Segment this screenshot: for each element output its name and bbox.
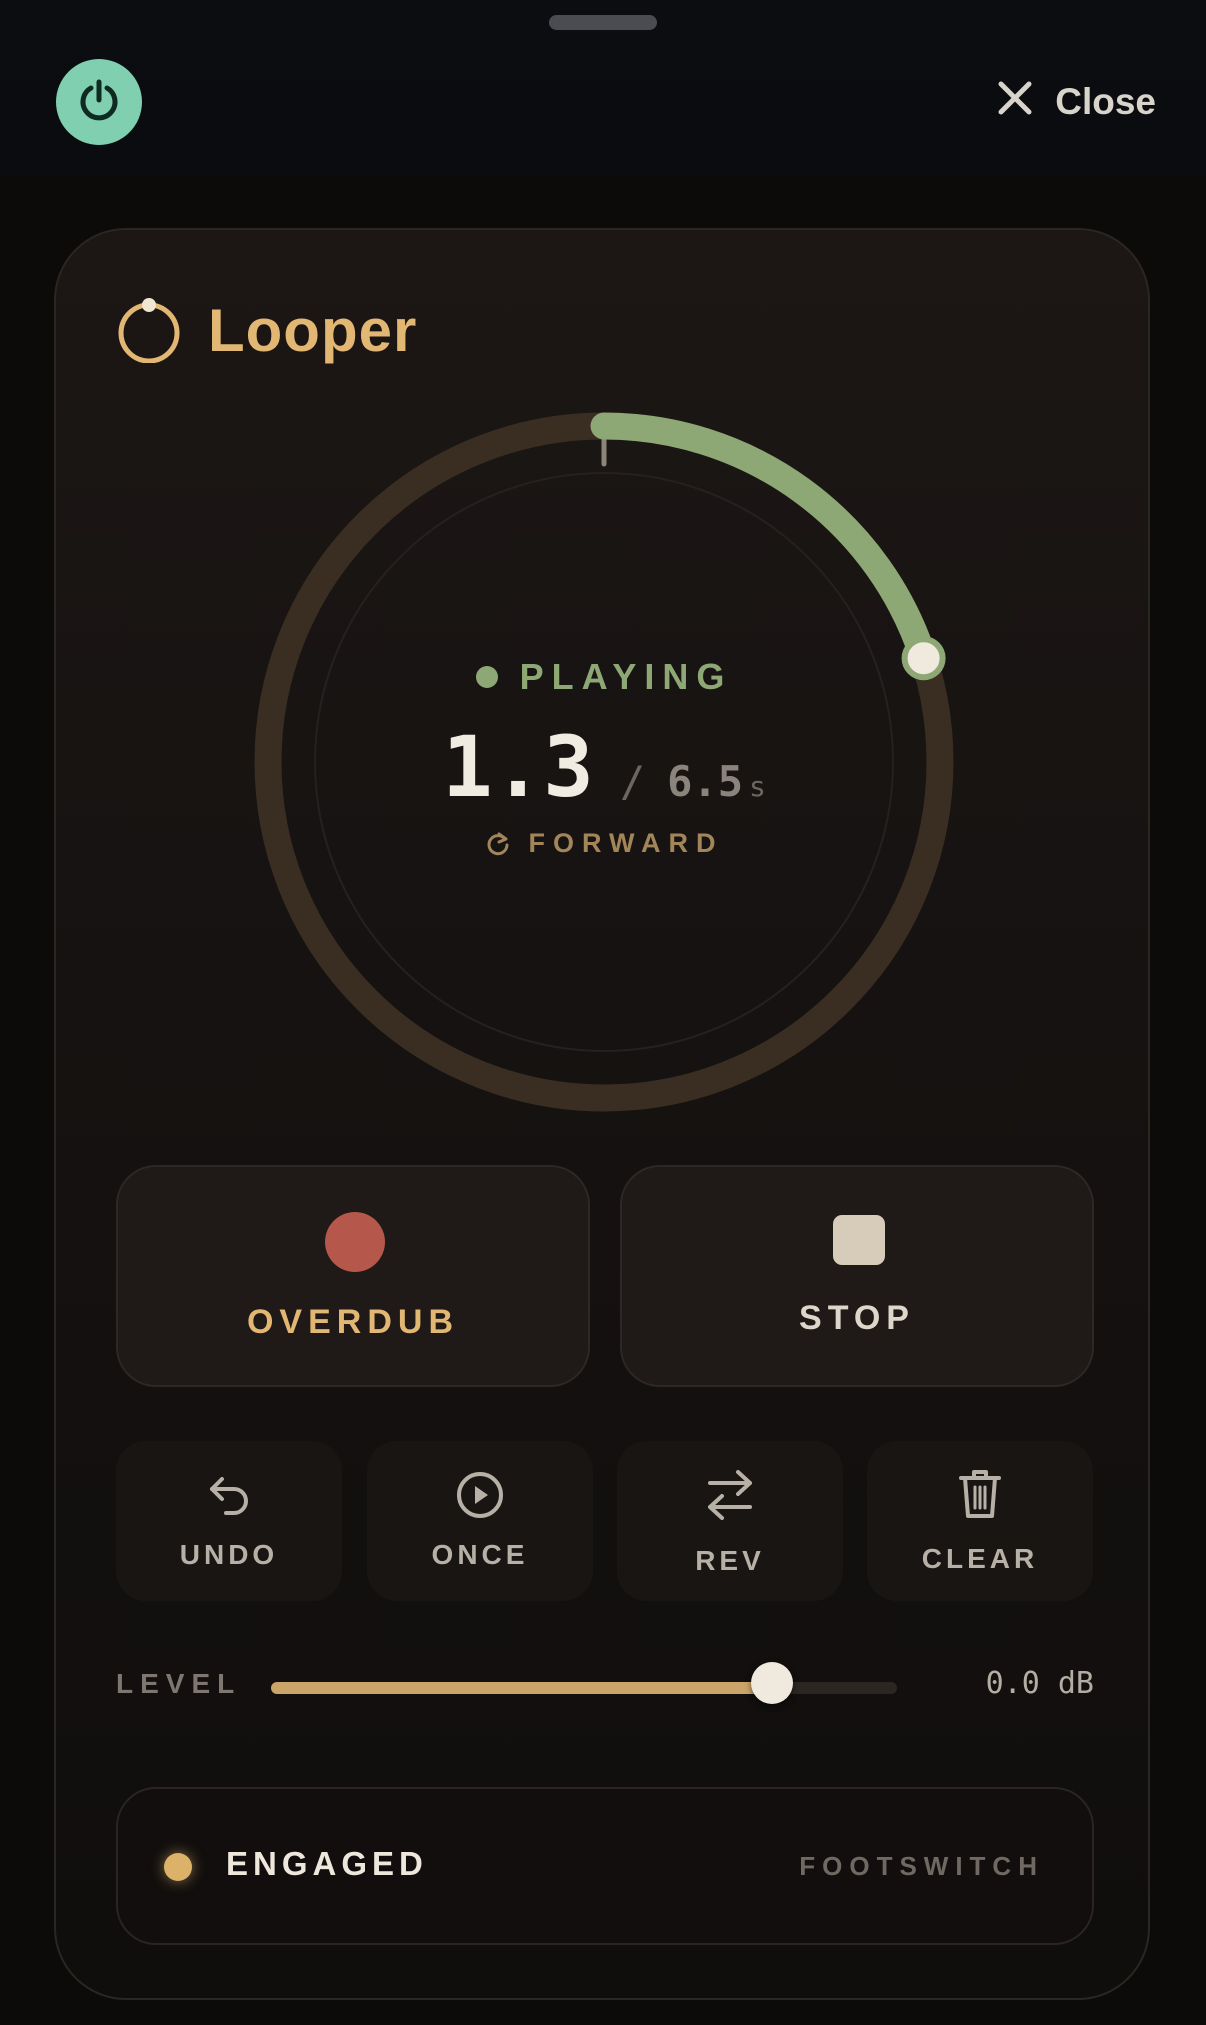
loop-progress-ring: PLAYING 1.3 / 6.5 s FORWARD	[254, 412, 954, 1112]
close-button[interactable]: Close	[997, 74, 1156, 130]
status-dot	[475, 666, 498, 688]
engaged-label: ENGAGED	[226, 1845, 428, 1882]
engaged-led	[164, 1853, 192, 1881]
overdub-button[interactable]: OVERDUB	[116, 1165, 590, 1387]
record-dot-icon	[325, 1212, 385, 1272]
stop-square-icon	[833, 1215, 885, 1265]
reverse-label: REV	[695, 1545, 765, 1576]
level-control: LEVEL 0.0 dB	[116, 1662, 1094, 1712]
length-unit: s	[749, 770, 766, 803]
footswitch-label: FOOTSWITCH	[799, 1851, 1044, 1881]
status-label: PLAYING	[519, 656, 733, 697]
undo-label: UNDO	[179, 1539, 279, 1570]
loop-readout: PLAYING 1.3 / 6.5 s FORWARD	[254, 412, 954, 1112]
trash-icon	[867, 1467, 1093, 1521]
level-label: LEVEL	[116, 1668, 242, 1699]
footswitch-toggle[interactable]: ENGAGED FOOTSWITCH	[116, 1787, 1094, 1945]
card-title: Looper	[208, 296, 418, 364]
loop-length: 6.5	[667, 757, 743, 806]
stop-button[interactable]: STOP	[620, 1165, 1094, 1387]
top-bar: Close	[0, 0, 1206, 175]
close-icon	[997, 80, 1033, 125]
power-icon	[75, 76, 123, 129]
undo-icon	[116, 1471, 342, 1521]
overdub-label: OVERDUB	[246, 1303, 460, 1341]
undo-button[interactable]: UNDO	[116, 1441, 342, 1601]
looper-card: Looper PLAYING 1.3 / 6.5 s FORWARD OVERD…	[54, 228, 1150, 2000]
level-slider-thumb[interactable]	[750, 1662, 793, 1704]
play-once-icon	[367, 1469, 593, 1521]
level-slider-track[interactable]	[271, 1662, 897, 1704]
clear-label: CLEAR	[921, 1543, 1039, 1574]
clear-button[interactable]: CLEAR	[867, 1441, 1093, 1601]
refresh-icon	[485, 831, 511, 857]
current-position: 1.3	[442, 718, 594, 816]
power-button[interactable]	[56, 59, 142, 145]
once-label: ONCE	[431, 1539, 529, 1570]
card-header: Looper	[116, 290, 417, 370]
playback-status: PLAYING	[254, 656, 954, 698]
direction-indicator[interactable]: FORWARD	[254, 828, 954, 859]
once-button[interactable]: ONCE	[367, 1441, 593, 1601]
stop-label: STOP	[799, 1299, 915, 1337]
close-label: Close	[1055, 81, 1156, 122]
time-separator: /	[619, 757, 646, 806]
reverse-arrows-icon	[617, 1467, 843, 1525]
loop-ring-icon	[116, 297, 182, 364]
time-readout: 1.3 / 6.5 s	[254, 718, 954, 816]
level-value: 0.0 dB	[985, 1666, 1094, 1701]
level-slider-fill	[271, 1682, 772, 1694]
reverse-button[interactable]: REV	[617, 1441, 843, 1601]
sheet-grabber-handle[interactable]	[549, 15, 657, 30]
direction-label: FORWARD	[528, 828, 724, 858]
